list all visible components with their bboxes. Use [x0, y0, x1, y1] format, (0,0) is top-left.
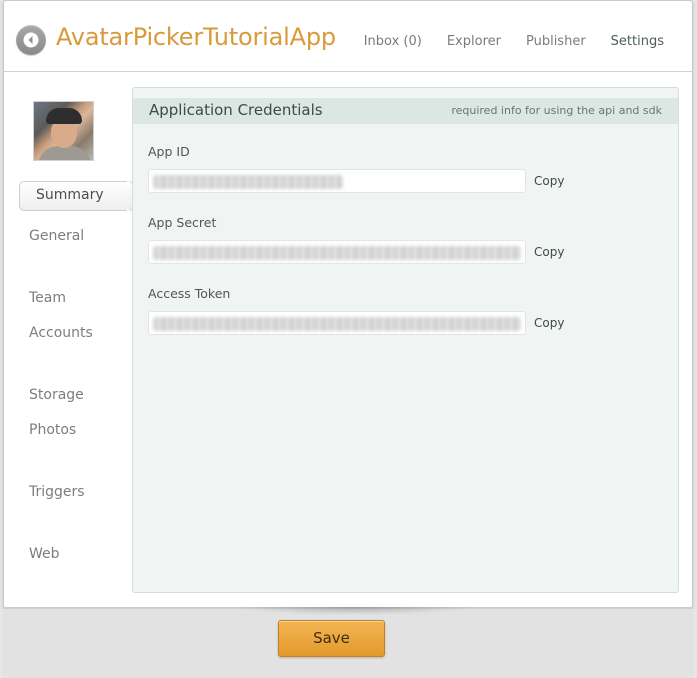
- back-button[interactable]: [16, 25, 46, 55]
- copy-access-token-button[interactable]: Copy: [534, 316, 564, 330]
- sidebar-item-photos[interactable]: Photos: [29, 422, 76, 438]
- copy-app-id-button[interactable]: Copy: [534, 174, 564, 188]
- nav-settings[interactable]: Settings: [611, 34, 664, 49]
- redacted-value: [153, 317, 521, 331]
- sidebar-item-label: Summary: [36, 187, 104, 203]
- copy-app-secret-button[interactable]: Copy: [534, 245, 564, 259]
- app-id-label: App ID: [148, 144, 190, 159]
- nav-explorer[interactable]: Explorer: [447, 34, 501, 49]
- sidebar-item-general[interactable]: General: [29, 228, 84, 244]
- credentials-panel: Application Credentials required info fo…: [132, 87, 679, 593]
- redacted-value: [153, 246, 521, 260]
- app-secret-field[interactable]: [148, 240, 526, 264]
- app-header: AvatarPickerTutorialApp Inbox (0) Explor…: [4, 1, 692, 72]
- nav-publisher[interactable]: Publisher: [526, 34, 586, 49]
- top-nav: Inbox (0) Explorer Publisher Settings: [364, 34, 664, 49]
- sidebar-item-storage[interactable]: Storage: [29, 387, 84, 403]
- redacted-value: [153, 175, 343, 189]
- sidebar-item-team[interactable]: Team: [29, 290, 66, 306]
- app-title: AvatarPickerTutorialApp: [56, 23, 336, 51]
- panel-subtitle: required info for using the api and sdk: [451, 104, 662, 117]
- save-button[interactable]: Save: [278, 620, 385, 657]
- nav-inbox[interactable]: Inbox (0): [364, 34, 422, 49]
- access-token-label: Access Token: [148, 286, 231, 301]
- app-window: AvatarPickerTutorialApp Inbox (0) Explor…: [3, 0, 693, 608]
- sidebar-item-web[interactable]: Web: [29, 546, 60, 562]
- avatar[interactable]: [33, 101, 94, 161]
- back-arrow-icon: [23, 32, 39, 48]
- avatar-cap: [46, 108, 82, 124]
- app-id-field[interactable]: [148, 169, 526, 193]
- footer-shadow: [235, 607, 473, 615]
- sidebar-item-accounts[interactable]: Accounts: [29, 325, 93, 341]
- panel-title: Application Credentials: [149, 101, 323, 119]
- access-token-field[interactable]: [148, 311, 526, 335]
- sidebar-item-triggers[interactable]: Triggers: [29, 484, 85, 500]
- sidebar-item-summary[interactable]: Summary: [19, 180, 146, 212]
- avatar-shirt: [38, 146, 91, 160]
- app-secret-label: App Secret: [148, 215, 217, 230]
- panel-header: Application Credentials required info fo…: [133, 98, 678, 124]
